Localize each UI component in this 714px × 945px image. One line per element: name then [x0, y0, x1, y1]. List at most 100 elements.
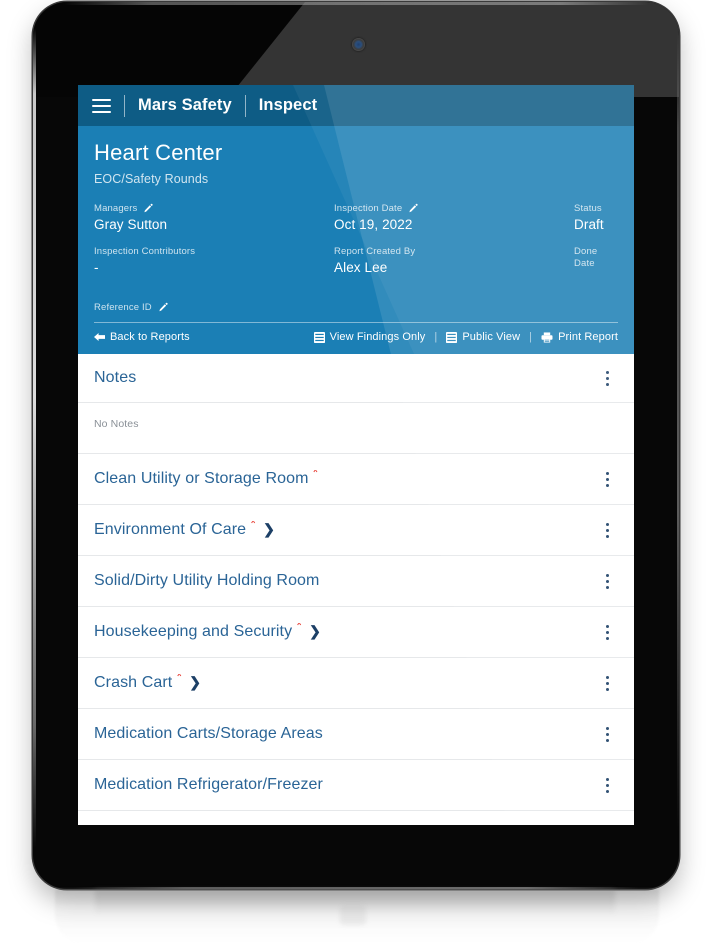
meta-label-managers-text: Managers [94, 203, 138, 215]
meta-label-contributors: Inspection Contributors [94, 246, 196, 258]
edit-pencil-icon[interactable] [408, 203, 419, 214]
meta-label-inspection-date: Inspection Date [334, 203, 574, 214]
notes-card-header[interactable]: Notes [78, 354, 634, 404]
section-label-text: Clean Utility or Storage Room [94, 470, 309, 488]
public-view-button[interactable]: Public View [446, 331, 520, 343]
header-divider [94, 322, 618, 324]
hamburger-icon[interactable] [92, 98, 111, 113]
meta-label-inspection-date-text: Inspection Date [334, 203, 403, 215]
meta-field-contributors: Inspection Contributors - [94, 246, 334, 288]
arrow-left-icon [94, 332, 105, 342]
list-view-icon [313, 331, 325, 343]
report-action-bar: Back to Reports View Findings Only | Pub… [78, 323, 634, 355]
section-label: Medication Carts/Storage Areas [94, 725, 323, 743]
tablet-screen: Mars Safety Inspect Heart Center EOC/Saf… [78, 85, 634, 825]
bezel-top-highlight [63, 2, 649, 5]
view-findings-only-button[interactable]: View Findings Only [313, 331, 426, 344]
section-label-text: Environment Of Care [94, 521, 247, 539]
section-label-text: Solid/Dirty Utility Holding Room [94, 572, 320, 590]
notes-kebab-menu-icon[interactable] [596, 366, 618, 390]
section-label: Housekeeping and Security * ❯ [94, 623, 321, 641]
section-row-clean-utility[interactable]: Clean Utility or Storage Room * [78, 454, 634, 506]
section-label-text: Medication Carts/Storage Areas [94, 725, 323, 743]
topbar-divider-1 [124, 94, 125, 117]
section-row-solid-dirty-utility[interactable]: Solid/Dirty Utility Holding Room [78, 556, 634, 608]
section-label-text: Crash Cart [94, 674, 173, 692]
bezel-left-highlight [33, 28, 36, 848]
required-asterisk: * [296, 623, 303, 635]
meta-value-report-created-by: Alex Lee [334, 259, 388, 275]
print-report-label: Print Report [558, 331, 618, 344]
section-label: Environment Of Care * ❯ [94, 521, 275, 539]
home-button-reflection [340, 905, 366, 925]
section-kebab-menu-icon[interactable] [596, 620, 618, 644]
topbar-divider-2 [244, 94, 246, 117]
meta-label-managers: Managers [94, 203, 334, 214]
report-header: Heart Center EOC/Safety Rounds Managers … [78, 126, 634, 324]
notes-title: Notes [94, 369, 137, 387]
tablet-device: Mars Safety Inspect Heart Center EOC/Saf… [33, 2, 679, 889]
edit-pencil-icon[interactable] [158, 302, 169, 313]
chevron-right-icon[interactable]: ❯ [309, 623, 321, 640]
meta-label-report-created-by: Report Created By [334, 246, 416, 258]
section-label-text: Medication Refrigerator/Freezer [94, 776, 323, 794]
section-label: Solid/Dirty Utility Holding Room [94, 572, 320, 590]
meta-label-done-date: Done Date [574, 246, 598, 269]
module-label[interactable]: Inspect [259, 96, 317, 115]
list-view-icon [446, 331, 458, 343]
section-kebab-menu-icon[interactable] [596, 518, 618, 542]
meta-label-reference-id: Reference ID [94, 302, 618, 313]
bezel-right-highlight [677, 32, 679, 832]
section-label: Clean Utility or Storage Room * [94, 470, 318, 488]
list-bottom-padding [78, 811, 634, 825]
page-title: Heart Center [94, 140, 223, 165]
meta-value-contributors: - [94, 259, 99, 275]
section-row-medication-refrigerator[interactable]: Medication Refrigerator/Freezer [78, 760, 634, 812]
report-metadata-grid: Managers Gray Sutton Inspection Date Oct… [94, 203, 618, 288]
action-separator-1: | [434, 331, 438, 344]
action-separator-2: | [529, 331, 533, 344]
section-label: Medication Refrigerator/Freezer [94, 776, 323, 794]
meta-field-done-date: Done Date [574, 246, 618, 288]
section-kebab-menu-icon[interactable] [596, 467, 618, 491]
front-camera-icon [352, 38, 365, 51]
print-report-button[interactable]: Print Report [541, 331, 618, 343]
status-badge: Draft [574, 216, 604, 232]
meta-field-managers: Managers Gray Sutton [94, 203, 334, 235]
meta-label-reference-id-text: Reference ID [94, 302, 152, 314]
chevron-right-icon[interactable]: ❯ [263, 521, 275, 538]
notes-empty-text: No Notes [94, 418, 139, 431]
notes-card-body: No Notes [78, 403, 634, 455]
chevron-right-icon[interactable]: ❯ [189, 674, 201, 691]
meta-field-inspection-date: Inspection Date Oct 19, 2022 [334, 203, 574, 235]
back-to-reports-label: Back to Reports [110, 331, 190, 344]
required-asterisk: * [312, 470, 319, 482]
meta-value-done-date [574, 271, 618, 288]
meta-label-status: Status [574, 203, 602, 215]
section-kebab-menu-icon[interactable] [596, 773, 618, 797]
required-asterisk: * [176, 674, 183, 686]
meta-value-inspection-date: Oct 19, 2022 [334, 216, 413, 232]
app-top-bar: Mars Safety Inspect [78, 85, 634, 126]
brand-label[interactable]: Mars Safety [138, 96, 232, 115]
view-findings-only-label: View Findings Only [329, 331, 426, 344]
required-asterisk: * [250, 521, 257, 533]
page-subtitle: EOC/Safety Rounds [94, 172, 209, 187]
back-to-reports-button[interactable]: Back to Reports [94, 331, 190, 343]
section-label: Crash Cart * ❯ [94, 674, 201, 692]
section-label-text: Housekeeping and Security [94, 623, 293, 641]
meta-field-status: Status Draft [574, 203, 618, 235]
section-row-housekeeping-security[interactable]: Housekeeping and Security * ❯ [78, 607, 634, 659]
printer-icon [541, 332, 553, 343]
section-kebab-menu-icon[interactable] [596, 569, 618, 593]
public-view-label: Public View [462, 331, 521, 344]
meta-field-report-created-by: Report Created By Alex Lee [334, 246, 574, 288]
meta-value-managers: Gray Sutton [94, 216, 168, 232]
edit-pencil-icon[interactable] [143, 203, 154, 214]
report-sections-list: Notes No Notes Clean Utility or Storage … [78, 354, 634, 825]
section-kebab-menu-icon[interactable] [596, 671, 618, 695]
section-row-crash-cart[interactable]: Crash Cart * ❯ [78, 658, 634, 710]
section-row-environment-of-care[interactable]: Environment Of Care * ❯ [78, 505, 634, 557]
section-row-medication-carts[interactable]: Medication Carts/Storage Areas [78, 709, 634, 761]
section-kebab-menu-icon[interactable] [596, 722, 618, 746]
